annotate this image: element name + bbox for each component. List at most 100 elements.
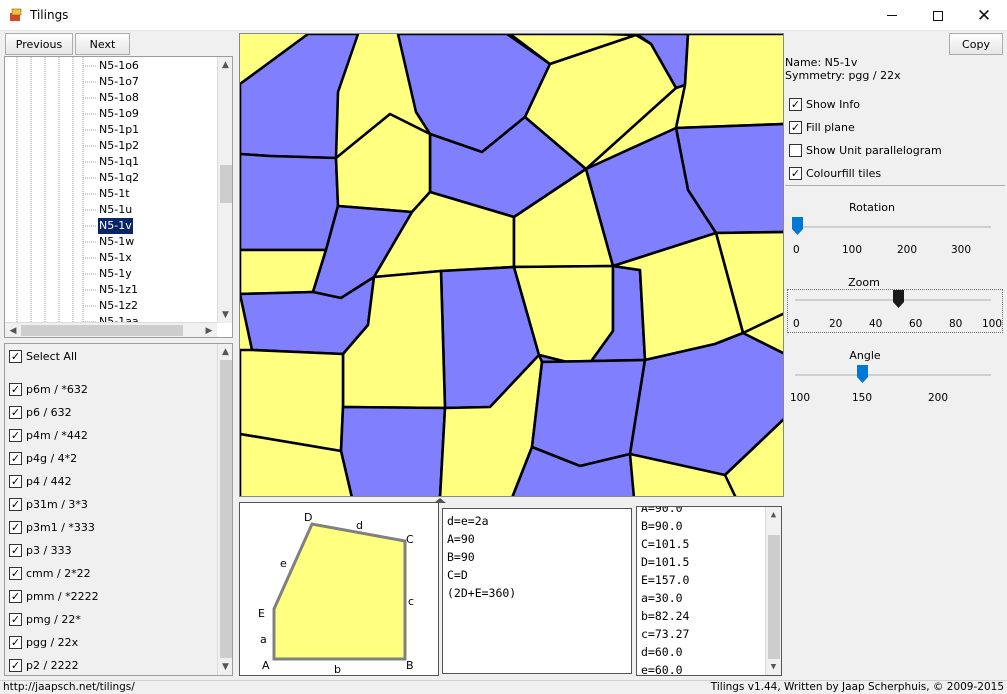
tiling-drawing bbox=[240, 34, 783, 496]
symmetry-checkbox[interactable]: ✓ pgg / 22x bbox=[9, 634, 78, 650]
tree-item[interactable]: N5-1u bbox=[98, 202, 133, 218]
checkbox-icon: ✓ bbox=[9, 382, 22, 396]
scroll-up-icon[interactable]: ▲ bbox=[218, 344, 232, 360]
filter-scrollbar[interactable]: ▲ ▼ bbox=[217, 344, 232, 675]
symmetry-checkbox[interactable]: ✓ p3 / 333 bbox=[9, 542, 72, 558]
tree-horizontal-scrollbar[interactable]: ◀ ▶ bbox=[5, 322, 217, 337]
tree-item[interactable]: N5-1q2 bbox=[98, 170, 140, 186]
rotation-tick-label: 200 bbox=[897, 244, 918, 256]
tiling-name: Name: N5-1v bbox=[785, 56, 858, 69]
checkbox-icon: ✓ bbox=[9, 566, 22, 580]
symmetry-label: p4 / 442 bbox=[26, 474, 72, 488]
edge-label: c bbox=[408, 595, 414, 608]
tree-item[interactable]: N5-1x bbox=[98, 250, 133, 266]
tree-item[interactable]: N5-1o7 bbox=[98, 74, 140, 90]
show-info-checkbox[interactable]: ✓ Show Info bbox=[789, 96, 860, 112]
tree-vertical-scrollbar[interactable]: ▲ ▼ bbox=[217, 57, 232, 323]
value-line: c=73.27 bbox=[641, 627, 690, 641]
next-button[interactable]: Next bbox=[75, 33, 130, 55]
tree-item[interactable]: N5-1t bbox=[98, 186, 131, 202]
value-line: b=82.24 bbox=[641, 609, 690, 623]
tree-item[interactable]: N5-1o8 bbox=[98, 90, 140, 106]
tile-polygon bbox=[240, 152, 340, 252]
angle-tick-label: 200 bbox=[928, 392, 949, 404]
vertex-label: E bbox=[258, 607, 265, 620]
scrollbar-thumb[interactable] bbox=[220, 360, 232, 658]
symmetry-label: p3 / 333 bbox=[26, 543, 72, 557]
checkbox-icon: ✓ bbox=[9, 349, 22, 363]
previous-button[interactable]: Previous bbox=[5, 33, 73, 55]
symmetry-checkbox[interactable]: ✓ pmg / 22* bbox=[9, 611, 81, 627]
scroll-left-icon[interactable]: ◀ bbox=[5, 323, 21, 337]
symmetry-checkbox[interactable]: ✓ cmm / 2*22 bbox=[9, 565, 91, 581]
angle-tick-label: 100 bbox=[790, 392, 811, 404]
scrollbar-thumb[interactable] bbox=[220, 165, 232, 203]
vertex-label: A bbox=[262, 659, 270, 672]
symmetry-checkbox[interactable]: ✓ p6 / 632 bbox=[9, 404, 72, 420]
tree-item[interactable]: N5-1p2 bbox=[98, 138, 140, 154]
close-button[interactable]: ✕ bbox=[961, 0, 1007, 31]
tree-item[interactable]: N5-1z2 bbox=[98, 298, 139, 314]
splitter-handle[interactable] bbox=[433, 494, 447, 503]
values-scrollbar[interactable]: ▲ ▼ bbox=[765, 507, 781, 675]
edge-label: e bbox=[280, 557, 287, 570]
symmetry-label: p2 / 2222 bbox=[26, 658, 79, 672]
minimize-button[interactable] bbox=[869, 0, 915, 31]
rule-line: A=90 bbox=[447, 532, 475, 546]
rotation-tick-label: 0 bbox=[793, 244, 800, 256]
symmetry-checkbox[interactable]: ✓ p2 / 2222 bbox=[9, 657, 79, 673]
symmetry-checkbox[interactable]: ✓ p6m / *632 bbox=[9, 381, 88, 397]
scrollbar-thumb[interactable] bbox=[768, 535, 780, 659]
angle-slider-thumb[interactable] bbox=[857, 365, 869, 383]
maximize-button[interactable] bbox=[915, 0, 961, 31]
window-title: Tilings bbox=[30, 8, 69, 22]
tiling-tree[interactable]: N5-1o6 N5-1o7 N5-1o8 N5-1o9 N5-1p1 N5-1p2 N5-1… bbox=[4, 56, 233, 338]
tree-item[interactable]: N5-1o9 bbox=[98, 106, 140, 122]
tree-guide-lines bbox=[16, 57, 97, 323]
scroll-down-icon[interactable]: ▼ bbox=[766, 659, 781, 675]
rule-line: d=e=2a bbox=[447, 514, 489, 528]
scroll-right-icon[interactable]: ▶ bbox=[201, 323, 217, 337]
value-line: a=30.0 bbox=[641, 591, 683, 605]
tree-item[interactable]: N5-1v bbox=[98, 218, 133, 234]
zoom-tick-label: 60 bbox=[909, 318, 923, 330]
zoom-tick-label: 100 bbox=[982, 318, 1003, 330]
constraint-rules: d=e=2a A=90 B=90 C=D (2D+E=360) bbox=[442, 508, 632, 674]
scroll-down-icon[interactable]: ▼ bbox=[218, 307, 232, 323]
symmetry-checkbox[interactable]: ✓ p4 / 442 bbox=[9, 473, 72, 489]
tree-item[interactable]: N5-1o6 bbox=[98, 58, 140, 74]
symmetry-checkbox[interactable]: ✓ p4m / *442 bbox=[9, 427, 88, 443]
tile-diagram: A B C D E a b c d e bbox=[258, 511, 414, 676]
edge-label: b bbox=[334, 663, 341, 675]
scroll-up-icon[interactable]: ▲ bbox=[218, 57, 232, 73]
divider bbox=[785, 185, 1005, 186]
tree-item[interactable]: N5-1w bbox=[98, 234, 135, 250]
vertex-label: C bbox=[406, 533, 414, 546]
colourfill-checkbox[interactable]: ✓ Colourfill tiles bbox=[789, 165, 881, 181]
scroll-down-icon[interactable]: ▼ bbox=[218, 659, 232, 675]
copy-button[interactable]: Copy bbox=[949, 33, 1003, 55]
tree-item[interactable]: N5-1q1 bbox=[98, 154, 140, 170]
show-unit-checkbox[interactable]: Show Unit parallelogram bbox=[789, 142, 942, 158]
tile-polygon bbox=[530, 358, 647, 468]
tree-item[interactable]: N5-1y bbox=[98, 266, 133, 282]
previous-label: Previous bbox=[15, 37, 63, 51]
symmetry-checkbox[interactable]: ✓ p31m / 3*3 bbox=[9, 496, 88, 512]
select-all-label: Select All bbox=[26, 349, 78, 363]
tiling-canvas[interactable] bbox=[239, 33, 784, 497]
rotation-track[interactable] bbox=[795, 226, 991, 228]
symmetry-label: p4g / 4*2 bbox=[26, 451, 78, 465]
symmetry-checkbox[interactable]: ✓ p3m1 / *333 bbox=[9, 519, 95, 535]
angle-track[interactable] bbox=[795, 374, 991, 376]
scroll-up-icon[interactable]: ▲ bbox=[766, 507, 781, 523]
tree-item[interactable]: N5-1z1 bbox=[98, 282, 139, 298]
edge-label: a bbox=[260, 633, 267, 646]
symmetry-checkbox[interactable]: ✓ pmm / *2222 bbox=[9, 588, 99, 604]
hscroll-thumb[interactable] bbox=[21, 325, 183, 336]
rotation-slider-thumb[interactable] bbox=[792, 217, 803, 235]
fill-plane-checkbox[interactable]: ✓ Fill plane bbox=[789, 119, 855, 135]
zoom-slider-thumb[interactable] bbox=[892, 290, 904, 308]
symmetry-checkbox[interactable]: ✓ p4g / 4*2 bbox=[9, 450, 77, 466]
tree-item[interactable]: N5-1p1 bbox=[98, 122, 140, 138]
select-all-checkbox[interactable]: ✓ Select All bbox=[9, 348, 77, 364]
